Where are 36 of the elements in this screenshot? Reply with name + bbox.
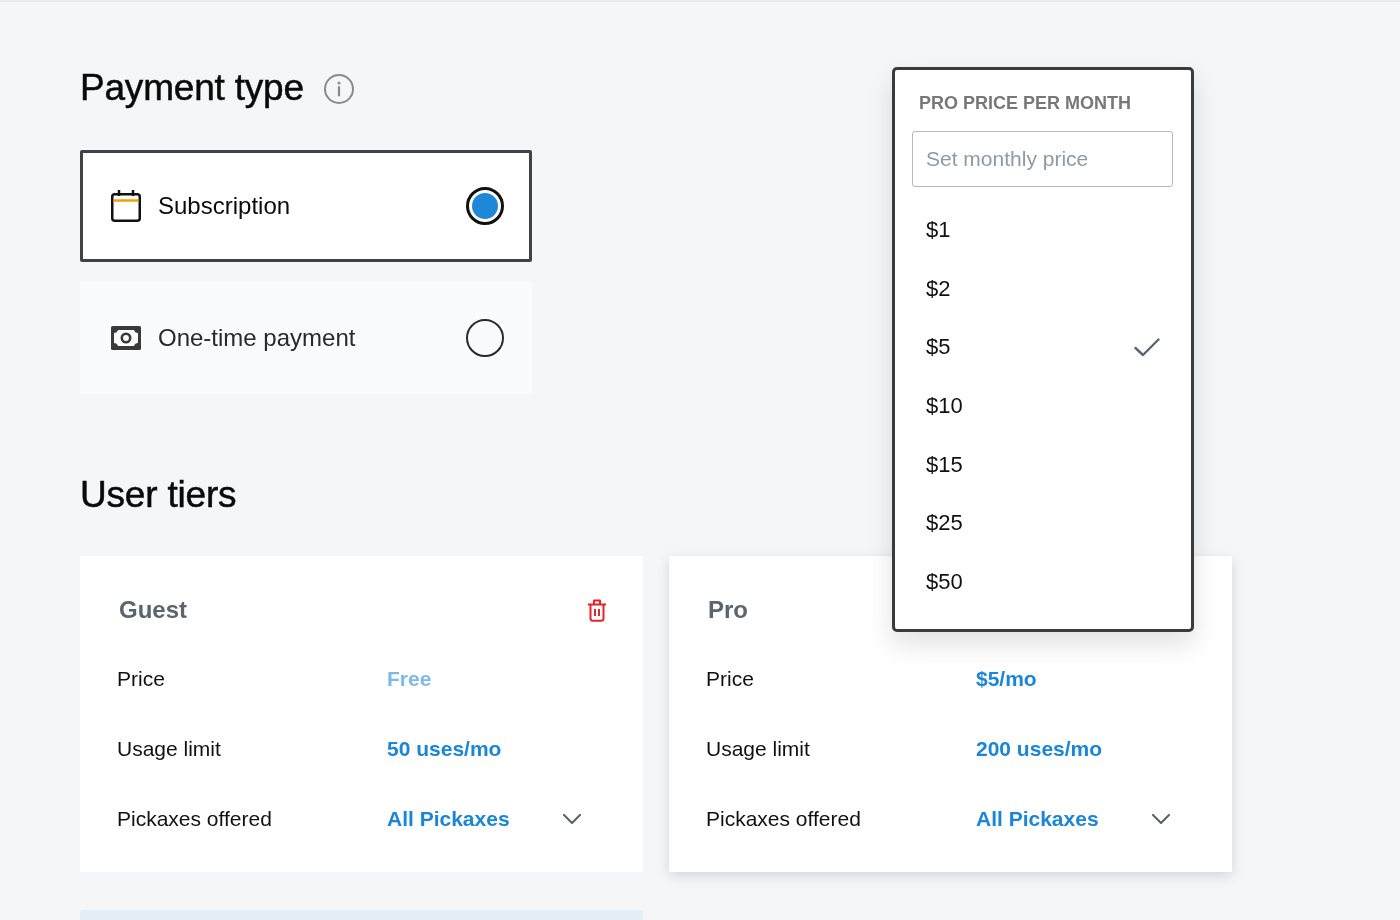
menu-option[interactable]: $2 xyxy=(912,259,1173,319)
cash-icon xyxy=(111,326,141,350)
field-value: Free xyxy=(387,667,432,691)
radio-button[interactable] xyxy=(466,319,504,357)
radio-button[interactable] xyxy=(466,187,504,225)
field-label: Price xyxy=(117,667,165,691)
field-value: 50 uses/mo xyxy=(387,737,502,761)
menu-option[interactable]: $15 xyxy=(912,435,1173,494)
field-value: $5/mo xyxy=(976,667,1037,691)
field-label: Usage limit xyxy=(706,737,810,761)
menu-option[interactable]: $1 xyxy=(912,201,1173,260)
section-title: User tiers xyxy=(80,473,238,517)
menu-option[interactable]: $25 xyxy=(912,493,1173,553)
menu-header: PRO PRICE PER MONTH xyxy=(918,92,1133,115)
chevron-down-icon xyxy=(563,814,581,824)
tier-name: Pro xyxy=(708,595,748,625)
payment-option[interactable]: Subscription xyxy=(80,150,532,262)
field-label: Pickaxes offered xyxy=(706,807,861,831)
info-icon[interactable] xyxy=(323,74,354,104)
menu-option[interactable]: $10 xyxy=(912,376,1173,436)
menu-option[interactable]: $50 xyxy=(912,552,1173,612)
field-value: 200 uses/mo xyxy=(976,737,1103,761)
trash-icon xyxy=(587,598,607,622)
select-dropdown[interactable]: All Pickaxes xyxy=(976,807,1170,831)
calendar-icon xyxy=(111,190,141,222)
tier-name: Guest xyxy=(119,595,187,625)
price-input[interactable]: Set monthly price xyxy=(912,131,1173,187)
chevron-down-icon xyxy=(1152,814,1170,824)
delete-button[interactable] xyxy=(587,598,607,622)
menu-option[interactable]: $5 xyxy=(912,318,1173,377)
section-title: Payment type xyxy=(80,66,304,110)
payment-option[interactable]: One-time payment xyxy=(80,282,532,394)
field-label: Pickaxes offered xyxy=(117,807,272,831)
field-label: Usage limit xyxy=(117,737,221,761)
field-label: Price xyxy=(706,667,754,691)
select-dropdown[interactable]: All Pickaxes xyxy=(387,807,581,831)
